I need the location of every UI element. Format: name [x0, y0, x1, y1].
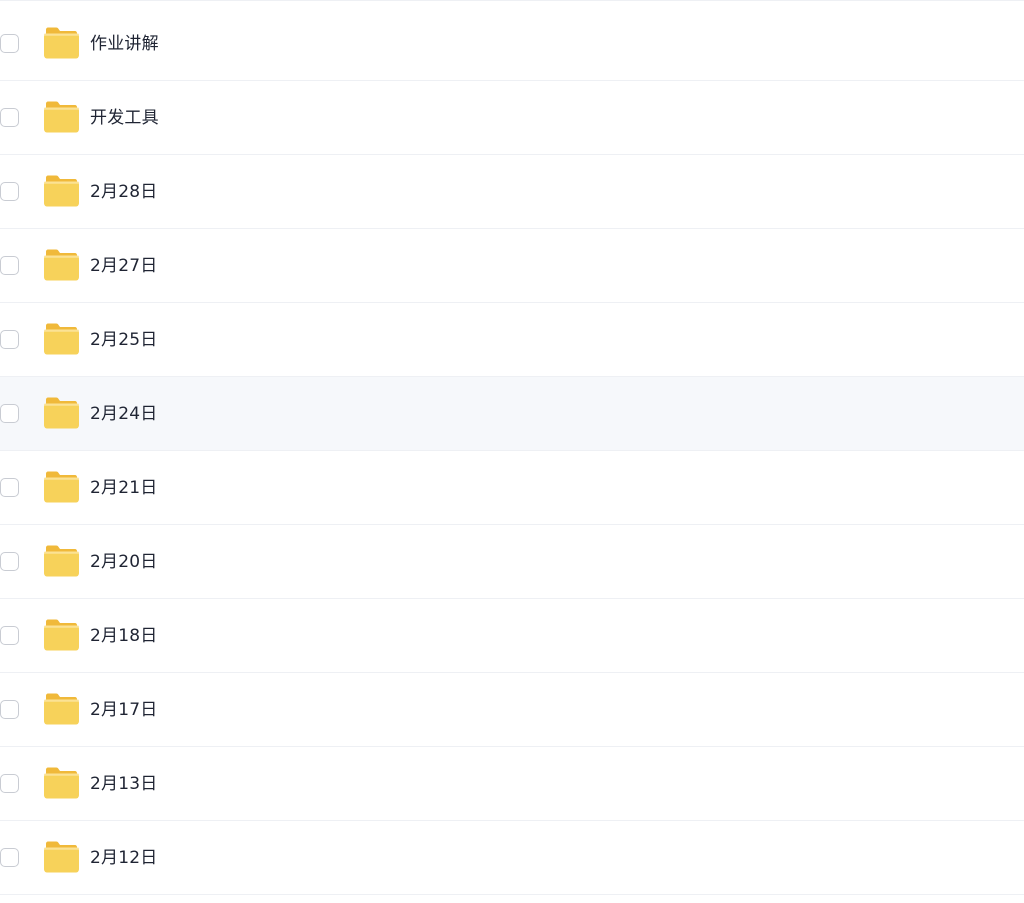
folder-icon: [43, 397, 80, 429]
item-name: 2月24日: [90, 404, 158, 424]
list-item[interactable]: 2月25日: [0, 303, 1024, 377]
list-item[interactable]: 2月27日: [0, 229, 1024, 303]
folder-icon: [43, 27, 80, 59]
list-item[interactable]: 2月24日: [0, 377, 1024, 451]
select-checkbox[interactable]: [0, 552, 19, 571]
folder-icon: [43, 323, 80, 355]
item-name: 2月12日: [90, 848, 158, 868]
select-checkbox[interactable]: [0, 182, 19, 201]
select-checkbox[interactable]: [0, 404, 19, 423]
folder-icon: [43, 693, 80, 725]
item-name: 2月25日: [90, 330, 158, 350]
select-checkbox[interactable]: [0, 108, 19, 127]
list-item[interactable]: 2月13日: [0, 747, 1024, 821]
item-name: 2月27日: [90, 256, 158, 276]
select-checkbox[interactable]: [0, 34, 19, 53]
file-list: 作业讲解 开发工具 2月28日 2月27日 2月25日 2月24日 2月21日 …: [0, 0, 1024, 903]
select-checkbox[interactable]: [0, 256, 19, 275]
item-name: 2月13日: [90, 774, 158, 794]
folder-icon: [43, 101, 80, 133]
list-item[interactable]: 作业讲解: [0, 7, 1024, 81]
item-name: 2月18日: [90, 626, 158, 646]
select-checkbox[interactable]: [0, 626, 19, 645]
folder-icon: [43, 249, 80, 281]
list-item[interactable]: 2月21日: [0, 451, 1024, 525]
select-checkbox[interactable]: [0, 848, 19, 867]
select-checkbox[interactable]: [0, 700, 19, 719]
select-checkbox[interactable]: [0, 478, 19, 497]
item-name: 2月21日: [90, 478, 158, 498]
folder-icon: [43, 175, 80, 207]
list-item[interactable]: 2月28日: [0, 155, 1024, 229]
folder-icon: [43, 471, 80, 503]
item-name: 2月20日: [90, 552, 158, 572]
folder-icon: [43, 619, 80, 651]
folder-icon: [43, 841, 80, 873]
list-item[interactable]: 2月12日: [0, 821, 1024, 895]
select-checkbox[interactable]: [0, 774, 19, 793]
list-item[interactable]: 2月20日: [0, 525, 1024, 599]
item-name: 作业讲解: [90, 34, 159, 54]
item-name: 2月17日: [90, 700, 158, 720]
list-item[interactable]: 2月18日: [0, 599, 1024, 673]
folder-icon: [43, 767, 80, 799]
select-checkbox[interactable]: [0, 330, 19, 349]
item-name: 2月28日: [90, 182, 158, 202]
list-item[interactable]: 2月17日: [0, 673, 1024, 747]
list-item[interactable]: 开发工具: [0, 81, 1024, 155]
item-name: 开发工具: [90, 108, 159, 128]
folder-icon: [43, 545, 80, 577]
